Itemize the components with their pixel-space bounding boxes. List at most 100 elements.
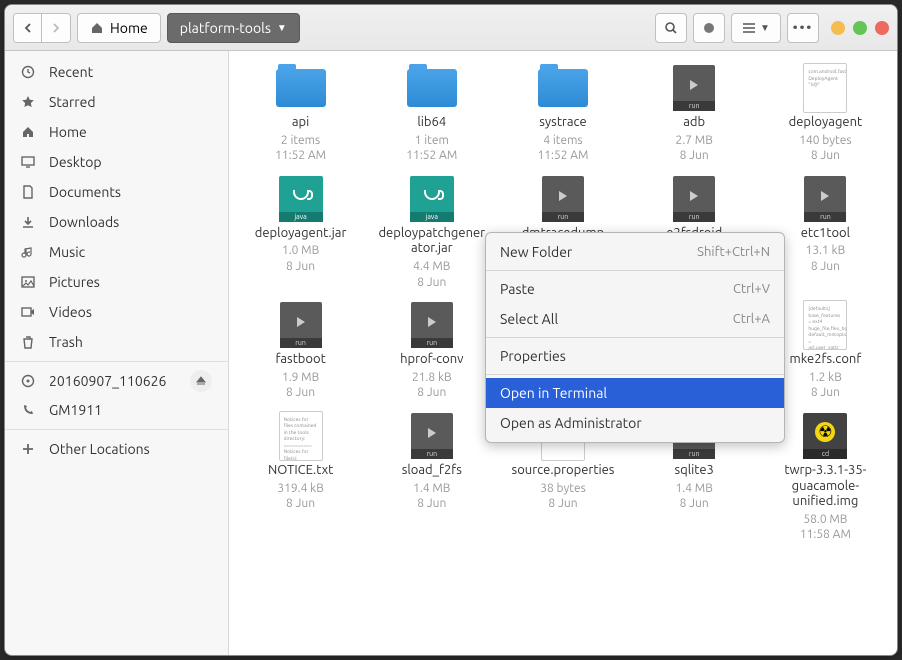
menu-item-label: Paste: [500, 281, 535, 297]
file-meta: 1.0 MB8 Jun: [282, 243, 319, 274]
back-button[interactable]: [14, 14, 42, 42]
file-meta: 38 bytes8 Jun: [540, 481, 586, 512]
menu-item-shortcut: Ctrl+A: [733, 312, 770, 326]
context-menu-item[interactable]: Open as Administrator: [486, 408, 784, 438]
menu-button[interactable]: •••: [787, 13, 819, 43]
file-name: api: [292, 115, 309, 131]
menu-separator: [486, 270, 784, 271]
chevron-down-icon: ▼: [277, 22, 287, 34]
home-icon: [90, 21, 104, 35]
close-button[interactable]: [875, 21, 889, 35]
context-menu-item[interactable]: Properties: [486, 341, 784, 371]
file-name: deployagent.jar: [255, 226, 347, 242]
body: Recent Starred Home Desktop Documents Downloa…: [5, 51, 897, 655]
minimize-button[interactable]: [831, 21, 845, 35]
menu-item-label: Open in Terminal: [500, 385, 607, 401]
sidebar-item-label: Videos: [49, 304, 92, 320]
folder-icon: [534, 65, 592, 111]
view-mode-button[interactable]: ▼: [731, 13, 781, 43]
file-name: hprof-conv: [400, 352, 463, 368]
sidebar-item-desktop[interactable]: Desktop: [5, 147, 228, 177]
menu-item-shortcut: Shift+Ctrl+N: [697, 245, 770, 259]
file-name: fastboot: [275, 352, 325, 368]
java-icon: [403, 176, 461, 222]
forward-button[interactable]: [42, 14, 70, 42]
context-menu-item[interactable]: Open in Terminal: [486, 378, 784, 408]
file-name: source.properties: [512, 463, 615, 479]
disc-icon: [21, 374, 37, 388]
file-meta: 319.4 kB8 Jun: [277, 481, 323, 512]
clock-icon: [21, 65, 37, 79]
run-icon: [796, 176, 854, 222]
trash-icon: [21, 335, 37, 349]
file-meta: 1.2 kB8 Jun: [809, 370, 842, 401]
file-meta: 1.4 MB8 Jun: [676, 481, 713, 512]
menu-item-label: Select All: [500, 311, 558, 327]
file-meta: 21.8 kB8 Jun: [412, 370, 452, 401]
view-circle-button[interactable]: [693, 13, 725, 43]
file-meta: 4.4 MB8 Jun: [413, 259, 450, 290]
file-item[interactable]: deployagent.jar 1.0 MB8 Jun: [235, 172, 366, 294]
run-icon: [665, 176, 723, 222]
file-name: sqlite3: [674, 463, 713, 479]
file-item[interactable]: api 2 items11:52 AM: [235, 61, 366, 168]
sidebar-item-pictures[interactable]: Pictures: [5, 267, 228, 297]
sidebar-item-trash[interactable]: Trash: [5, 327, 228, 357]
music-icon: [21, 245, 37, 259]
sidebar-item-label: Home: [49, 124, 87, 140]
context-menu-item[interactable]: New Folder Shift+Ctrl+N: [486, 237, 784, 267]
file-meta: 1.9 MB8 Jun: [282, 370, 319, 401]
context-menu: New FolderShift+Ctrl+NPasteCtrl+VSelect …: [485, 232, 785, 443]
context-menu-item[interactable]: Select All Ctrl+A: [486, 304, 784, 334]
sidebar-mount[interactable]: 20160907_110626: [5, 361, 228, 395]
run-icon: [534, 176, 592, 222]
sidebar-item-label: Documents: [49, 184, 121, 200]
sidebar-item-documents[interactable]: Documents: [5, 177, 228, 207]
sidebar-other-locations[interactable]: Other Locations: [5, 429, 228, 463]
file-item[interactable]: sload_f2fs 1.4 MB8 Jun: [366, 409, 497, 547]
cd-icon: [796, 413, 854, 459]
sidebar-mount[interactable]: GM1911: [5, 395, 228, 425]
dl-icon: [21, 215, 37, 229]
window-controls: [831, 21, 889, 35]
file-manager-window: Home platform-tools ▼ ▼ ••• Recent Starre…: [4, 4, 898, 656]
file-item[interactable]: fastboot 1.9 MB8 Jun: [235, 298, 366, 405]
path-current[interactable]: platform-tools ▼: [167, 13, 300, 43]
eject-button[interactable]: [190, 370, 212, 392]
path-home[interactable]: Home: [77, 13, 161, 43]
file-name: lib64: [417, 115, 446, 131]
sidebar-item-downloads[interactable]: Downloads: [5, 207, 228, 237]
file-item[interactable]: systrace 4 items11:52 AM: [497, 61, 628, 168]
star-icon: [21, 95, 37, 109]
folder-icon: [272, 65, 330, 111]
file-item[interactable]: com.android.fastdeploy DeployAgent "$@" …: [760, 61, 891, 168]
file-item[interactable]: deploypatchgenerator.jar 4.4 MB8 Jun: [366, 172, 497, 294]
sidebar-item-videos[interactable]: Videos: [5, 297, 228, 327]
file-item[interactable]: adb 2.7 MB8 Jun: [629, 61, 760, 168]
file-name: deployagent: [789, 115, 863, 131]
file-item[interactable]: lib64 1 item11:52 AM: [366, 61, 497, 168]
txt-icon: Notices for files contained in the tools…: [272, 413, 330, 459]
vid-icon: [21, 305, 37, 319]
sidebar-item-recent[interactable]: Recent: [5, 57, 228, 87]
sidebar-item-label: Downloads: [49, 214, 119, 230]
docs-icon: [21, 185, 37, 199]
sidebar-item-label: Trash: [49, 334, 83, 350]
file-item[interactable]: Notices for files contained in the tools…: [235, 409, 366, 547]
file-meta: 2 items11:52 AM: [275, 133, 326, 164]
file-item[interactable]: hprof-conv 21.8 kB8 Jun: [366, 298, 497, 405]
maximize-button[interactable]: [853, 21, 867, 35]
sidebar-item-label: Starred: [49, 94, 96, 110]
file-meta: 4 items11:52 AM: [537, 133, 588, 164]
menu-item-label: New Folder: [500, 244, 572, 260]
sidebar-item-starred[interactable]: Starred: [5, 87, 228, 117]
sidebar-item-music[interactable]: Music: [5, 237, 228, 267]
content-area[interactable]: api 2 items11:52 AM lib64 1 item11:52 AM…: [229, 51, 897, 655]
file-name: adb: [683, 115, 705, 131]
folder-icon: [403, 65, 461, 111]
context-menu-item[interactable]: PasteCtrl+V: [486, 274, 784, 304]
menu-separator: [486, 337, 784, 338]
sidebar-item-home[interactable]: Home: [5, 117, 228, 147]
search-button[interactable]: [655, 13, 687, 43]
txt-icon: com.android.fastdeploy DeployAgent "$@": [796, 65, 854, 111]
